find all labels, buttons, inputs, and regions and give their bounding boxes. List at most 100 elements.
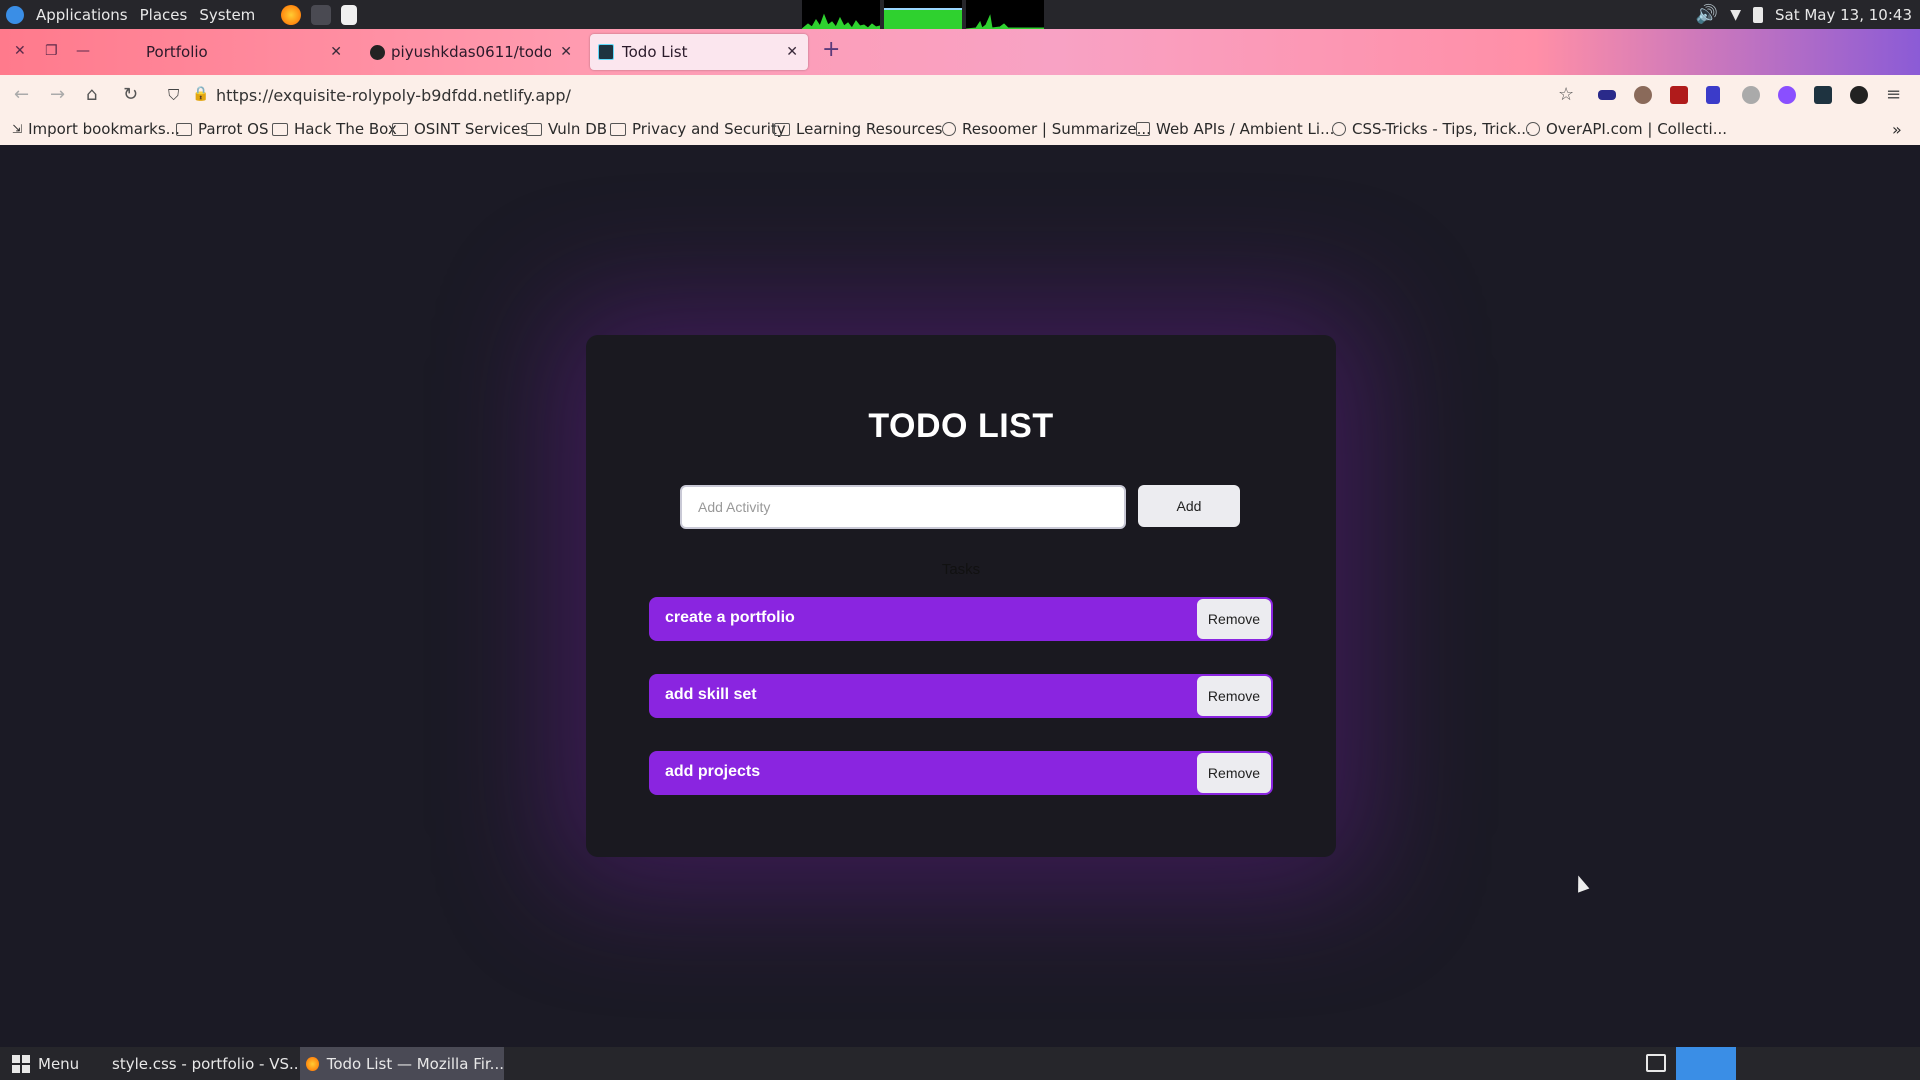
tab-portfolio[interactable]: Portfolio ✕ bbox=[120, 34, 352, 70]
bookmark-vuln-db[interactable]: Vuln DB bbox=[526, 120, 607, 138]
window-label: Todo List — Mozilla Fir... bbox=[326, 1054, 504, 1073]
tasks-heading: Tasks bbox=[941, 561, 981, 578]
bookmark-label: Resoomer | Summarize... bbox=[962, 120, 1151, 138]
start-menu-button[interactable]: Menu bbox=[12, 1047, 79, 1080]
clock[interactable]: Sat May 13, 10:43 bbox=[1775, 6, 1912, 24]
task-item: add projects Remove bbox=[649, 751, 1273, 795]
task-item: create a portfolio Remove bbox=[649, 597, 1273, 641]
desktop-top-panel: Applications Places System 🔊 ▼ Sat May 1… bbox=[0, 0, 1920, 29]
tab-todo-list[interactable]: Todo List ✕ bbox=[590, 34, 808, 70]
bookmark-star-icon[interactable]: ☆ bbox=[1558, 84, 1574, 105]
wifi-icon[interactable]: ▼ bbox=[1730, 7, 1741, 23]
desktop-taskbar: Menu style.css - portfolio - VS... Todo … bbox=[0, 1047, 1920, 1080]
folder-icon bbox=[176, 122, 192, 136]
parrot-os-icon[interactable] bbox=[6, 5, 24, 24]
globe-icon bbox=[942, 122, 956, 136]
taskbar-window-vscode[interactable]: style.css - portfolio - VS... bbox=[104, 1047, 303, 1080]
extension-purple-icon[interactable] bbox=[1778, 86, 1796, 104]
bookmark-label: Privacy and Security bbox=[632, 120, 786, 138]
volume-icon[interactable]: 🔊 bbox=[1696, 4, 1718, 25]
window-close-icon[interactable]: ✕ bbox=[14, 43, 26, 59]
workspace-switcher[interactable] bbox=[1676, 1047, 1736, 1080]
tab-label: Todo List bbox=[622, 43, 688, 61]
reload-icon[interactable]: ↻ bbox=[123, 84, 138, 105]
menu-system[interactable]: System bbox=[199, 6, 255, 24]
react-icon bbox=[598, 44, 614, 60]
bookmark-privacy[interactable]: Privacy and Security bbox=[610, 120, 786, 138]
github-icon bbox=[370, 44, 385, 60]
terminal-launcher-icon[interactable] bbox=[311, 4, 332, 25]
folder-icon bbox=[610, 122, 626, 136]
bookmark-osint[interactable]: OSINT Services bbox=[392, 120, 528, 138]
globe-icon bbox=[1332, 122, 1346, 136]
bookmark-import[interactable]: ⇲ Import bookmarks... bbox=[12, 120, 180, 138]
system-monitor bbox=[802, 0, 1044, 29]
bookmark-label: CSS-Tricks - Tips, Trick... bbox=[1352, 120, 1531, 138]
cpu-graph bbox=[802, 0, 880, 29]
browser-tab-bar: ✕ ❐ — Portfolio ✕ piyushkdas0611/todo-li… bbox=[0, 29, 1920, 75]
folder-icon bbox=[272, 122, 288, 136]
bookmark-resoomer[interactable]: Resoomer | Summarize... bbox=[942, 120, 1151, 138]
bookmark-label: OSINT Services bbox=[414, 120, 529, 138]
task-text: create a portfolio bbox=[665, 609, 795, 626]
extension-avatar-icon[interactable] bbox=[1634, 86, 1652, 104]
bookmarks-bar: ⇲ Import bookmarks... Parrot OS Hack The … bbox=[0, 115, 1920, 146]
ublock-icon[interactable] bbox=[1670, 86, 1688, 104]
firefox-launcher-icon[interactable] bbox=[281, 4, 302, 25]
lock-icon[interactable]: 🔒 bbox=[192, 86, 209, 102]
folder-icon bbox=[774, 122, 790, 136]
window-minimize-icon[interactable]: — bbox=[76, 43, 90, 59]
menu-label: Menu bbox=[38, 1054, 80, 1073]
extension-dark-icon[interactable] bbox=[1850, 86, 1868, 104]
todo-card: TODO LIST Add Tasks create a portfolio R… bbox=[586, 335, 1336, 857]
remove-button[interactable]: Remove bbox=[1197, 753, 1271, 793]
text-editor-launcher-icon[interactable] bbox=[341, 4, 358, 25]
tab-close-icon[interactable]: ✕ bbox=[560, 44, 572, 60]
bookmark-parrot-os[interactable]: Parrot OS bbox=[176, 120, 268, 138]
bookmark-label: OverAPI.com | Collecti... bbox=[1546, 120, 1728, 138]
menu-applications[interactable]: Applications bbox=[36, 6, 128, 24]
tab-label: Portfolio bbox=[146, 43, 208, 61]
grid-menu-icon bbox=[12, 1054, 30, 1073]
taskbar-window-firefox[interactable]: Todo List — Mozilla Fir... bbox=[300, 1047, 504, 1080]
battery-icon[interactable] bbox=[1753, 6, 1763, 23]
screenshot-tray-icon[interactable] bbox=[1646, 1054, 1666, 1072]
back-icon[interactable]: ← bbox=[14, 84, 29, 105]
system-tray: 🔊 ▼ Sat May 13, 10:43 bbox=[1696, 0, 1920, 29]
tab-close-icon[interactable]: ✕ bbox=[330, 44, 342, 60]
window-restore-icon[interactable]: ❐ bbox=[45, 43, 58, 59]
extension-cloud-icon[interactable] bbox=[1742, 86, 1760, 104]
remove-button[interactable]: Remove bbox=[1197, 676, 1271, 716]
url-text[interactable]: https://exquisite-rolypoly-b9dfdd.netlif… bbox=[216, 86, 571, 105]
bookmark-web-apis[interactable]: Web APIs / Ambient Li... bbox=[1136, 120, 1334, 138]
bookmark-overapi[interactable]: OverAPI.com | Collecti... bbox=[1526, 120, 1727, 138]
forward-icon[interactable]: → bbox=[50, 84, 65, 105]
task-text: add projects bbox=[665, 763, 761, 780]
menu-hamburger-icon[interactable]: ≡ bbox=[1886, 84, 1901, 105]
task-text: add skill set bbox=[665, 686, 757, 703]
browser-nav-bar: ← → ⌂ ↻ ⛉ 🔒 https://exquisite-rolypoly-b… bbox=[0, 75, 1920, 115]
tab-close-icon[interactable]: ✕ bbox=[786, 44, 798, 60]
page-content: TODO LIST Add Tasks create a portfolio R… bbox=[0, 145, 1920, 1047]
shield-icon[interactable]: ⛉ bbox=[168, 86, 179, 104]
bookmark-learning[interactable]: Learning Resources bbox=[774, 120, 943, 138]
bookmarks-overflow-icon[interactable]: » bbox=[1892, 120, 1902, 139]
react-devtools-icon[interactable] bbox=[1814, 86, 1832, 104]
tab-label: piyushkdas0611/todo-list bbox=[391, 43, 551, 61]
bookmark-hack-the-box[interactable]: Hack The Box bbox=[272, 120, 397, 138]
tab-github[interactable]: piyushkdas0611/todo-list ✕ bbox=[362, 34, 582, 70]
extension-glasses-icon[interactable] bbox=[1598, 90, 1616, 100]
home-icon[interactable]: ⌂ bbox=[86, 84, 97, 105]
bookmark-css-tricks[interactable]: CSS-Tricks - Tips, Trick... bbox=[1332, 120, 1531, 138]
bookmark-label: Hack The Box bbox=[294, 120, 397, 138]
add-activity-input[interactable] bbox=[680, 485, 1126, 529]
url-bar[interactable]: ⛉ 🔒 https://exquisite-rolypoly-b9dfdd.ne… bbox=[168, 79, 1568, 111]
bookmark-label: Web APIs / Ambient Li... bbox=[1156, 120, 1335, 138]
menu-places[interactable]: Places bbox=[140, 6, 188, 24]
extension-wrench-icon[interactable] bbox=[1706, 86, 1720, 104]
remove-button[interactable]: Remove bbox=[1197, 599, 1271, 639]
memory-graph bbox=[884, 0, 962, 29]
add-button[interactable]: Add bbox=[1138, 485, 1240, 527]
bookmark-label: Vuln DB bbox=[548, 120, 608, 138]
new-tab-icon[interactable]: + bbox=[822, 37, 840, 62]
